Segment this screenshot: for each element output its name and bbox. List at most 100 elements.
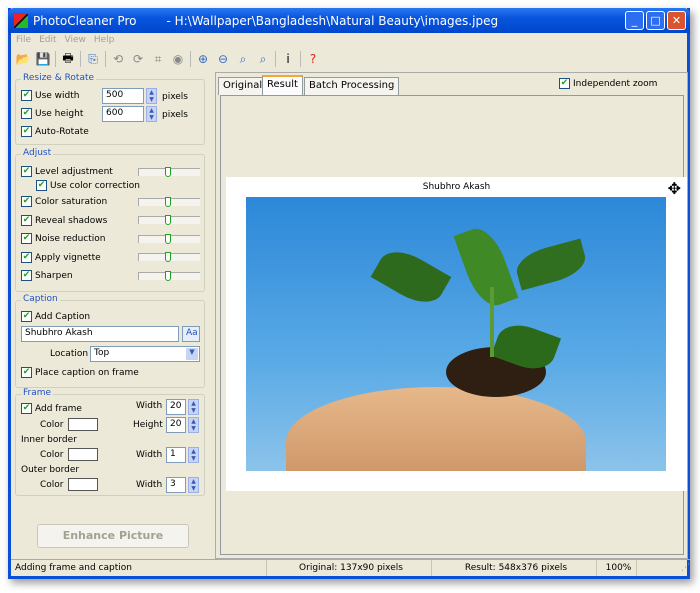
apply-vignette-checkbox[interactable]: ✔ Apply vignette xyxy=(21,252,101,263)
sharpen-checkbox[interactable]: ✔ Sharpen xyxy=(21,270,73,281)
group-label: Frame xyxy=(21,388,54,398)
zoom-actual-icon[interactable]: ⌕ xyxy=(255,52,271,67)
rotate-right-icon[interactable]: ⟳ xyxy=(130,52,146,66)
width-label: Width xyxy=(136,480,163,490)
use-width-checkbox[interactable]: ✔ Use width xyxy=(21,90,79,101)
color-saturation-slider[interactable] xyxy=(138,197,200,207)
outer-width-spinner[interactable]: ▲ ▼ xyxy=(188,477,199,493)
frame-width-input[interactable]: 20 xyxy=(166,399,186,415)
use-height-checkbox[interactable]: ✔ Use height xyxy=(21,108,83,119)
status-result-size: Result: 548x376 pixels xyxy=(432,560,597,576)
caption-input[interactable]: Shubhro Akash xyxy=(21,326,179,342)
pixels-label: pixels xyxy=(162,110,188,120)
inner-border-label: Inner border xyxy=(21,435,77,445)
height-spinner[interactable]: ▲ ▼ xyxy=(146,106,157,122)
zoom-fit-icon[interactable]: ⌕ xyxy=(235,52,251,67)
divider xyxy=(80,51,81,67)
auto-rotate-checkbox[interactable]: ✔ Auto-Rotate xyxy=(21,126,89,137)
result-photo xyxy=(246,197,666,471)
frame-height-input[interactable]: 20 xyxy=(166,417,186,433)
caption-group: Caption ✔ Add Caption Shubhro Akash Aa Lo… xyxy=(15,294,205,388)
tab-original[interactable]: Original xyxy=(218,77,268,95)
color-label: Color xyxy=(40,480,64,490)
enhance-picture-button[interactable]: Enhance Picture xyxy=(37,524,189,548)
app-window: PhotoCleaner Pro - H:\Wallpaper\Banglade… xyxy=(8,8,690,579)
zoom-out-icon[interactable]: ⊖ xyxy=(215,52,231,66)
result-image-frame: Shubhro Akash ✥ xyxy=(226,177,687,491)
result-canvas[interactable]: Shubhro Akash ✥ xyxy=(220,95,687,555)
pixels-label: pixels xyxy=(162,92,188,102)
width-spinner[interactable]: ▲ ▼ xyxy=(146,88,157,104)
reveal-shadows-slider[interactable] xyxy=(138,215,200,225)
frame-color-swatch[interactable] xyxy=(68,418,98,431)
help-icon[interactable]: ? xyxy=(305,52,321,66)
location-select[interactable]: Top ▼ xyxy=(90,346,200,362)
frame-width-spinner[interactable]: ▲ ▼ xyxy=(188,399,199,415)
menu-file[interactable]: File xyxy=(16,35,31,45)
sharpen-slider[interactable] xyxy=(138,271,200,281)
preview-panel: Original Result Batch Processing ✔ Indepe… xyxy=(215,72,688,559)
color-correction-checkbox[interactable]: ✔ Use color correction xyxy=(36,180,140,191)
inner-width-input[interactable]: 1 xyxy=(166,447,186,463)
crop-icon[interactable]: ⌗ xyxy=(150,52,166,67)
group-label: Resize & Rotate xyxy=(21,73,97,83)
color-label: Color xyxy=(40,450,64,460)
tab-result[interactable]: Result xyxy=(262,75,303,95)
inner-color-swatch[interactable] xyxy=(68,448,98,461)
title-bar: PhotoCleaner Pro - H:\Wallpaper\Banglade… xyxy=(8,8,690,33)
image-caption: Shubhro Akash xyxy=(422,182,491,192)
rotate-left-icon[interactable]: ⟲ xyxy=(110,52,126,66)
menu-help[interactable]: Help xyxy=(94,35,115,45)
level-adjustment-checkbox[interactable]: ✔ Level adjustment xyxy=(21,166,113,177)
add-frame-checkbox[interactable]: ✔ Add frame xyxy=(21,403,82,414)
chevron-down-icon[interactable]: ▼ xyxy=(186,348,198,360)
status-zoom: 100% xyxy=(597,560,637,576)
noise-reduction-slider[interactable] xyxy=(138,234,200,244)
place-caption-checkbox[interactable]: ✔ Place caption on frame xyxy=(21,367,139,378)
outer-width-input[interactable]: 3 xyxy=(166,477,186,493)
color-saturation-checkbox[interactable]: ✔ Color saturation xyxy=(21,196,107,207)
divider xyxy=(55,51,56,67)
outer-border-label: Outer border xyxy=(21,465,80,475)
zoom-in-icon[interactable]: ⊕ xyxy=(195,52,211,66)
font-button[interactable]: Aa xyxy=(182,326,200,342)
outer-color-swatch[interactable] xyxy=(68,478,98,491)
location-label: Location xyxy=(50,349,89,359)
print-icon[interactable]: 🖶 xyxy=(60,49,76,70)
divider xyxy=(190,51,191,67)
status-message: Adding frame and caption xyxy=(11,560,267,576)
divider xyxy=(105,51,106,67)
noise-reduction-checkbox[interactable]: ✔ Noise reduction xyxy=(21,233,105,244)
level-adjustment-slider[interactable] xyxy=(138,167,200,177)
menu-view[interactable]: View xyxy=(65,35,86,45)
eye-icon[interactable]: ◉ xyxy=(170,52,186,66)
frame-group: Frame ✔ Add frame Width 20 ▲ ▼ Color Heigh… xyxy=(15,388,205,496)
copy-icon[interactable]: ⎘ xyxy=(85,52,101,67)
status-original-size: Original: 137x90 pixels xyxy=(267,560,432,576)
reveal-shadows-checkbox[interactable]: ✔ Reveal shadows xyxy=(21,215,107,226)
add-caption-checkbox[interactable]: ✔ Add Caption xyxy=(21,311,90,322)
minimize-button[interactable]: _ xyxy=(625,11,644,30)
file-path: - H:\Wallpaper\Bangladesh\Natural Beauty… xyxy=(166,13,499,28)
width-label: Width xyxy=(136,401,163,411)
group-label: Adjust xyxy=(21,148,54,158)
inner-width-spinner[interactable]: ▲ ▼ xyxy=(188,447,199,463)
app-logo-icon xyxy=(14,13,28,28)
height-input[interactable]: 600 xyxy=(102,106,144,122)
open-icon[interactable]: 📂 xyxy=(15,52,31,66)
resize-grip-icon[interactable]: ⋰ xyxy=(637,560,690,576)
width-label: Width xyxy=(136,450,163,460)
width-input[interactable]: 500 xyxy=(102,88,144,104)
frame-height-spinner[interactable]: ▲ ▼ xyxy=(188,417,199,433)
close-button[interactable]: ✕ xyxy=(667,11,686,30)
save-icon[interactable]: 💾 xyxy=(35,52,51,66)
apply-vignette-slider[interactable] xyxy=(138,252,200,262)
color-label: Color xyxy=(40,420,64,430)
group-label: Caption xyxy=(21,294,60,304)
menu-edit[interactable]: Edit xyxy=(39,35,56,45)
independent-zoom-checkbox[interactable]: ✔ Independent zoom xyxy=(559,78,657,89)
tab-batch-processing[interactable]: Batch Processing xyxy=(304,77,400,95)
info-icon[interactable]: i xyxy=(280,52,296,66)
maximize-button[interactable]: □ xyxy=(646,11,665,30)
divider xyxy=(275,51,276,67)
